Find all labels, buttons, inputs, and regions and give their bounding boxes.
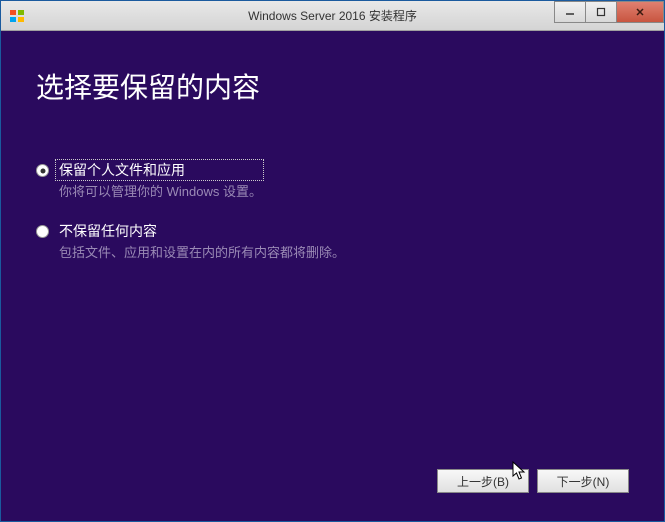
next-button[interactable]: 下一步(N): [537, 469, 629, 493]
maximize-button[interactable]: [585, 1, 617, 23]
option-text: 保留个人文件和应用 你将可以管理你的 Windows 设置。: [59, 161, 262, 200]
app-icon: [9, 8, 25, 24]
option-label: 不保留任何内容: [59, 222, 345, 240]
close-button[interactable]: [616, 1, 664, 23]
titlebar: Windows Server 2016 安装程序: [1, 1, 664, 31]
option-keep-nothing[interactable]: 不保留任何内容 包括文件、应用和设置在内的所有内容都将删除。: [36, 222, 629, 261]
content-area: 选择要保留的内容 保留个人文件和应用 你将可以管理你的 Windows 设置。 …: [1, 31, 664, 521]
option-text: 不保留任何内容 包括文件、应用和设置在内的所有内容都将删除。: [59, 222, 345, 261]
window-controls: [555, 1, 664, 23]
window-title: Windows Server 2016 安装程序: [248, 7, 417, 24]
option-description: 包括文件、应用和设置在内的所有内容都将删除。: [59, 245, 345, 261]
radio-icon[interactable]: [36, 164, 49, 177]
back-button[interactable]: 上一步(B): [437, 469, 529, 493]
option-label: 保留个人文件和应用: [57, 161, 262, 179]
footer-buttons: 上一步(B) 下一步(N): [437, 469, 629, 493]
page-title: 选择要保留的内容: [36, 66, 629, 106]
option-keep-files[interactable]: 保留个人文件和应用 你将可以管理你的 Windows 设置。: [36, 161, 629, 200]
minimize-button[interactable]: [554, 1, 586, 23]
option-description: 你将可以管理你的 Windows 设置。: [59, 184, 262, 200]
installer-window: Windows Server 2016 安装程序 选择要保留的内容 保留个人: [0, 0, 665, 522]
radio-icon[interactable]: [36, 225, 49, 238]
options-group: 保留个人文件和应用 你将可以管理你的 Windows 设置。 不保留任何内容 包…: [36, 161, 629, 261]
